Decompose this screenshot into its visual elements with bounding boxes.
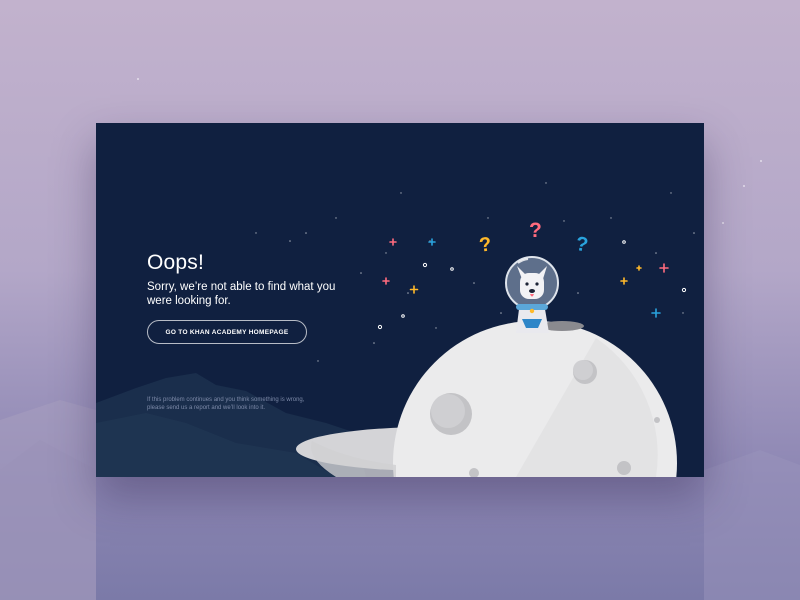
go-to-homepage-button[interactable]: GO TO KHAN ACADEMY HOMEPAGE <box>147 320 307 344</box>
question-mark-blue: ? <box>574 233 590 257</box>
question-mark-pink: ? <box>529 219 542 242</box>
page-title: Oops! <box>147 251 205 274</box>
background-star <box>137 78 139 80</box>
report-note: If this problem continues and you think … <box>147 397 305 411</box>
error-message: Sorry, we’re not able to find what you w… <box>147 281 336 307</box>
background-star <box>743 185 745 187</box>
question-mark-yellow: ? <box>478 233 493 256</box>
dog-astronaut <box>505 256 559 333</box>
error-card: ? ? ? Oops! Sorry, we’re not able to fin… <box>96 123 704 477</box>
background-star <box>722 222 724 224</box>
background-star <box>760 160 762 162</box>
